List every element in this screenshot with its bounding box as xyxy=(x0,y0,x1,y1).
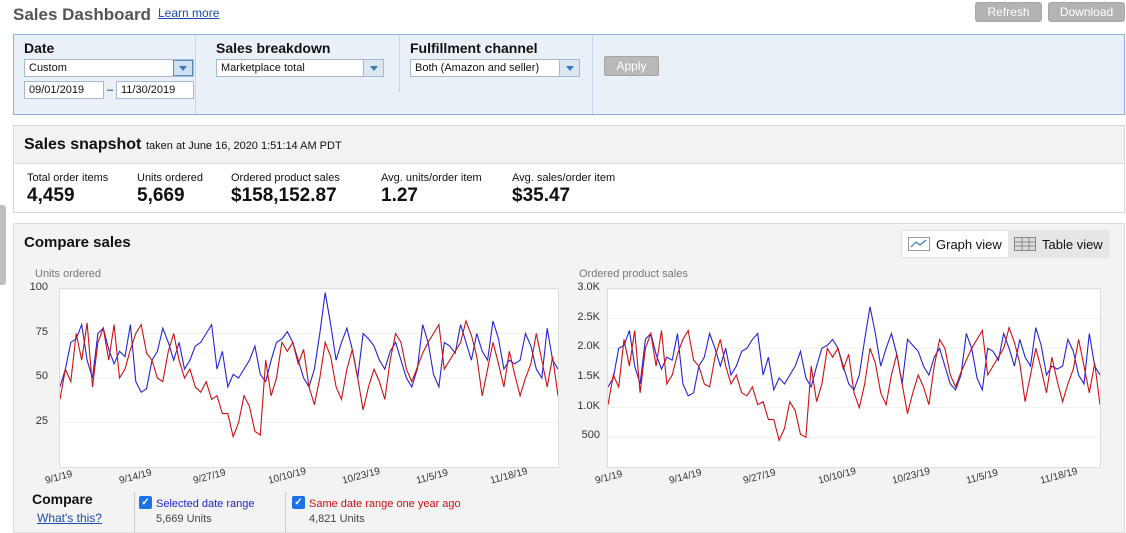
selected-range-line xyxy=(59,292,559,393)
snapshot-title: Sales snapshot xyxy=(24,136,142,153)
metric-value: 4,459 xyxy=(27,185,75,206)
date-select[interactable]: Custom xyxy=(24,59,194,77)
metric-value: $158,152.87 xyxy=(231,185,337,206)
graph-view-label: Graph view xyxy=(936,236,1002,252)
x-tick-label: 10/10/19 xyxy=(816,465,857,487)
x-tick-label: 9/1/19 xyxy=(594,468,624,487)
apply-button[interactable]: Apply xyxy=(604,56,659,76)
y-tick-label: 100 xyxy=(29,281,48,293)
y-tick-label: 2.0K xyxy=(577,340,600,353)
metric-label: Units ordered xyxy=(137,172,204,184)
whats-this-link[interactable]: What's this? xyxy=(37,511,102,525)
learn-more-link[interactable]: Learn more xyxy=(158,6,219,20)
fulfillment-channel-label: Fulfillment channel xyxy=(410,40,538,56)
sales-breakdown-filter: Sales breakdown Marketplace total xyxy=(206,35,400,92)
metric-ordered-product-sales: Ordered product sales $158,152.87 xyxy=(231,172,340,207)
metric-value: $35.47 xyxy=(512,185,571,206)
table-view-button[interactable]: Table view xyxy=(1008,230,1109,258)
download-button[interactable]: Download xyxy=(1048,2,1125,22)
refresh-button[interactable]: Refresh xyxy=(975,2,1042,22)
page-title: Sales Dashboard xyxy=(13,5,151,24)
x-tick-label: 11/18/19 xyxy=(489,466,529,487)
y-tick-label: 2.5K xyxy=(577,310,600,323)
last-year-label: Same date range one year ago xyxy=(309,498,461,510)
y-tick-label: 500 xyxy=(581,429,600,442)
metric-label: Ordered product sales xyxy=(231,172,340,184)
x-tick-label: 9/1/19 xyxy=(44,468,74,487)
compare-sales-panel: Compare sales Graph view Table view Unit… xyxy=(13,223,1125,533)
metric-label: Total order items xyxy=(27,172,109,184)
last-year-value: 4,821 Units xyxy=(309,513,365,525)
table-view-label: Table view xyxy=(1042,236,1103,252)
metric-units-ordered: Units ordered 5,669 xyxy=(137,172,203,207)
compare-legend-title: Compare xyxy=(32,491,93,507)
x-tick-label: 10/10/19 xyxy=(266,465,307,487)
y-tick-label: 3.0K xyxy=(577,281,600,293)
x-tick-label: 11/5/19 xyxy=(964,467,1000,487)
header: Sales Dashboard Learn more Refresh Downl… xyxy=(0,0,1126,32)
x-tick-label: 9/27/19 xyxy=(192,467,228,487)
date-range-separator: – xyxy=(107,84,114,96)
x-tick-label: 10/23/19 xyxy=(340,465,382,487)
last-year-line xyxy=(59,319,559,439)
last-year-line xyxy=(607,325,1101,442)
x-tick-label: 9/14/19 xyxy=(668,467,704,487)
metric-label: Avg. units/order item xyxy=(381,172,482,184)
y-tick-label: 1.0K xyxy=(577,399,600,412)
sales-breakdown-value: Marketplace total xyxy=(221,62,305,74)
sales-chart-svg xyxy=(607,288,1101,442)
units-chart-ylabel: Units ordered xyxy=(35,268,102,280)
metric-avg-sales: Avg. sales/order item $35.47 xyxy=(512,172,615,207)
metric-value: 5,669 xyxy=(137,185,185,206)
table-icon xyxy=(1014,237,1036,251)
last-year-checkbox[interactable]: ✓ xyxy=(292,496,305,509)
date-label: Date xyxy=(24,40,55,56)
x-tick-label: 11/5/19 xyxy=(414,467,450,487)
x-tick-label: 11/18/19 xyxy=(1039,466,1079,487)
graph-view-button[interactable]: Graph view xyxy=(901,230,1009,258)
date-filter: Date Custom 09/01/2019 – 11/30/2019 xyxy=(14,35,196,114)
metric-total-order-items: Total order items 4,459 xyxy=(27,172,108,207)
side-feedback-tab[interactable] xyxy=(0,205,6,285)
selected-range-line xyxy=(607,306,1101,397)
sales-breakdown-label: Sales breakdown xyxy=(216,40,331,56)
metric-value: 1.27 xyxy=(381,185,418,206)
selected-range-value: 5,669 Units xyxy=(156,513,212,525)
legend-divider xyxy=(134,492,135,532)
units-chart xyxy=(59,288,559,468)
fulfillment-channel-value: Both (Amazon and seller) xyxy=(415,62,540,74)
fulfillment-channel-filter: Fulfillment channel Both (Amazon and sel… xyxy=(400,35,593,114)
metric-label: Avg. sales/order item xyxy=(512,172,616,184)
y-tick-label: 1.5K xyxy=(577,370,600,382)
selected-range-label: Selected date range xyxy=(156,498,255,510)
filter-bar: Date Custom 09/01/2019 – 11/30/2019 Sale… xyxy=(13,34,1125,115)
end-date-input[interactable]: 11/30/2019 xyxy=(116,81,194,99)
sales-chart-ylabel: Ordered product sales xyxy=(579,268,688,280)
line-chart-icon xyxy=(908,237,930,251)
sales-breakdown-select[interactable]: Marketplace total xyxy=(216,59,384,77)
units-chart-svg xyxy=(59,288,559,439)
chevron-down-icon[interactable] xyxy=(559,60,579,76)
sales-snapshot: Sales snapshot taken at June 16, 2020 1:… xyxy=(13,125,1125,213)
chevron-down-icon[interactable] xyxy=(173,60,193,76)
x-tick-label: 10/23/19 xyxy=(890,465,932,487)
y-tick-label: 75 xyxy=(35,325,48,338)
y-tick-label: 25 xyxy=(35,414,48,427)
selected-range-checkbox[interactable]: ✓ xyxy=(139,496,152,509)
start-date-input[interactable]: 09/01/2019 xyxy=(24,81,104,99)
metric-avg-units: Avg. units/order item 1.27 xyxy=(381,172,482,207)
snapshot-header: Sales snapshot taken at June 16, 2020 1:… xyxy=(14,126,1124,164)
snapshot-timestamp: taken at June 16, 2020 1:51:14 AM PDT xyxy=(146,140,342,152)
legend-divider xyxy=(285,492,286,532)
fulfillment-channel-select[interactable]: Both (Amazon and seller) xyxy=(410,59,580,77)
x-tick-label: 9/14/19 xyxy=(118,467,154,487)
y-tick-label: 50 xyxy=(35,370,48,382)
sales-chart xyxy=(607,288,1101,468)
chevron-down-icon[interactable] xyxy=(363,60,383,76)
date-select-value: Custom xyxy=(29,62,67,74)
compare-title: Compare sales xyxy=(24,234,131,251)
x-tick-label: 9/27/19 xyxy=(742,467,778,487)
